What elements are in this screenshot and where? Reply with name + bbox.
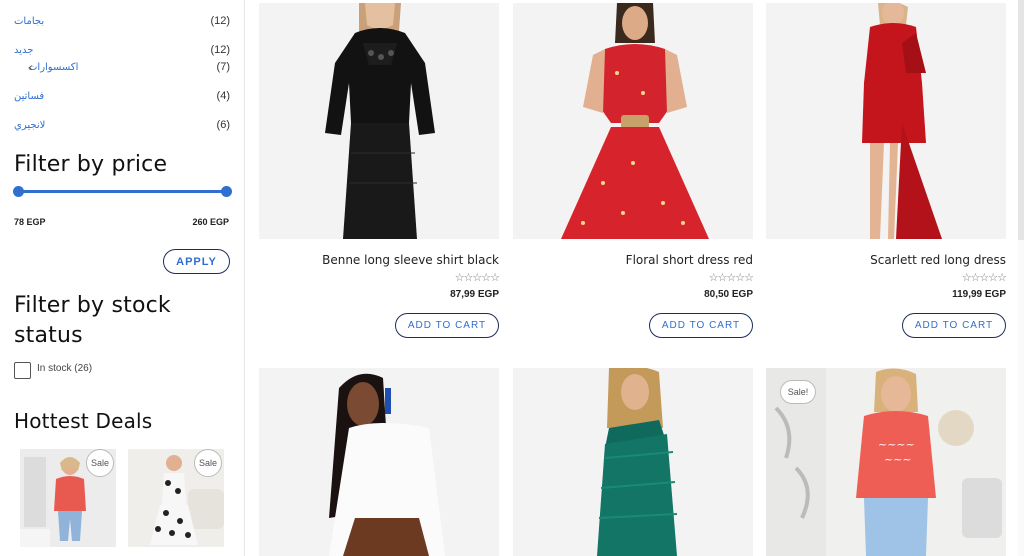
category-item-accessories[interactable]: اكسسوارات (7) (14, 61, 230, 73)
svg-text:~~~: ~~~ (884, 453, 912, 466)
product-image-link[interactable] (259, 3, 499, 239)
in-stock-label[interactable]: In stock (26) (37, 363, 92, 374)
product-title-link[interactable]: Scarlett red long dress (870, 253, 1006, 267)
category-item-pajamas[interactable]: بجامات (12) (14, 15, 230, 27)
product-price: 80,50 EGP (704, 289, 753, 300)
deal-product-thumbnail[interactable]: Sale (128, 449, 224, 547)
product-price: 119,99 EGP (952, 289, 1006, 300)
category-item-dresses[interactable]: فساتين (4) (14, 90, 230, 102)
in-stock-checkbox[interactable] (14, 362, 31, 379)
category-count: (4) (216, 90, 230, 102)
svg-text:~~~~: ~~~~ (878, 438, 915, 451)
product-price: 87,99 EGP (450, 289, 499, 300)
product-image-link[interactable] (513, 368, 753, 556)
product-image (259, 368, 499, 556)
filter-by-price-title: Filter by price (14, 152, 168, 177)
product-image-link[interactable] (766, 3, 1006, 239)
add-to-cart-button[interactable]: ADD TO CART (902, 313, 1006, 338)
product-title-link[interactable]: Benne long sleeve shirt black (322, 253, 499, 267)
filter-by-stock-title: Filter by stock (14, 293, 171, 318)
star-rating-icon: ☆☆☆☆☆ (454, 272, 500, 284)
hottest-deals-title: Hottest Deals (14, 409, 153, 433)
price-slider-track[interactable] (18, 190, 226, 193)
sale-badge: Sale (86, 449, 114, 477)
product-title-link[interactable]: Floral short dress red (626, 253, 753, 267)
product-image (259, 3, 499, 239)
category-count: (6) (216, 119, 230, 131)
sale-badge: Sale! (780, 380, 816, 404)
price-min-value: 78 EGP (14, 217, 46, 227)
product-image (766, 3, 1006, 239)
sale-badge: Sale (194, 449, 222, 477)
category-label[interactable]: لانجيري (14, 120, 45, 131)
category-item-new[interactable]: جديد (12) (14, 44, 230, 56)
scrollbar-thumb[interactable] (1018, 0, 1024, 240)
category-label[interactable]: فساتين (14, 91, 44, 102)
product-image (513, 3, 753, 239)
product-image (513, 368, 753, 556)
star-rating-icon: ☆☆☆☆☆ (961, 272, 1007, 284)
category-label[interactable]: بجامات (14, 16, 44, 27)
page-scrollbar[interactable] (1018, 0, 1024, 556)
shop-sidebar: بجامات (12) جديد (12) اكسسوارات (7) ‹ فس… (0, 0, 245, 556)
product-image-link[interactable] (259, 368, 499, 556)
category-count: (12) (210, 15, 230, 27)
price-slider-max-handle[interactable] (221, 186, 232, 197)
category-count: (7) (216, 61, 230, 73)
category-count: (12) (210, 44, 230, 56)
apply-price-button[interactable]: APPLY (163, 249, 230, 274)
category-item-lingerie[interactable]: لانجيري (6) (14, 119, 230, 131)
price-max-value: 260 EGP (192, 217, 229, 227)
price-slider-min-handle[interactable] (13, 186, 24, 197)
deal-product-thumbnail[interactable]: Sale (20, 449, 116, 547)
category-label[interactable]: اكسسوارات (28, 62, 78, 73)
add-to-cart-button[interactable]: ADD TO CART (649, 313, 753, 338)
add-to-cart-button[interactable]: ADD TO CART (395, 313, 499, 338)
category-label[interactable]: جديد (14, 45, 33, 56)
star-rating-icon: ☆☆☆☆☆ (708, 272, 754, 284)
chevron-left-icon[interactable]: ‹ (29, 62, 32, 73)
filter-by-stock-title-line2: status (14, 323, 83, 348)
product-image-link[interactable] (513, 3, 753, 239)
